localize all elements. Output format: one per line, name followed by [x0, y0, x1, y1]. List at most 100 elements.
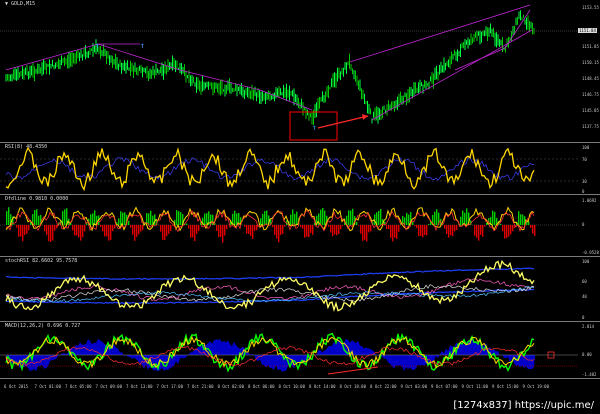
time-label: 9 Oct 07:00 [431, 384, 458, 389]
up-arrow-signal-2: ↑ [140, 41, 145, 50]
histogram-bar [476, 225, 478, 238]
histogram-bar [482, 225, 484, 237]
time-label: 8 Oct 02:00 [217, 384, 245, 389]
histogram-bar [450, 225, 452, 236]
oscillator-title: Dfdline 0.9810 0.0000 [5, 196, 69, 202]
histogram-bar [186, 223, 188, 225]
histogram-bar [206, 213, 208, 225]
histogram-bar [276, 225, 278, 239]
time-label: 6 Oct 2015 [4, 384, 29, 389]
histogram-bar [390, 225, 392, 238]
histogram-bar [322, 207, 324, 225]
histogram-bar [296, 211, 298, 225]
histogram-bar [192, 225, 194, 238]
histogram-bar [244, 225, 246, 227]
histogram-bar [130, 225, 132, 228]
histogram-bar [436, 209, 438, 225]
histogram-bar [78, 225, 80, 238]
macd-chart[interactable] [0, 322, 600, 379]
time-label: 9 Oct 11:00 [461, 384, 489, 389]
histogram-bar [114, 225, 116, 229]
up-arrow-signal-3: ↑ [312, 123, 317, 132]
histogram-bar [194, 225, 196, 242]
histogram-bar [160, 225, 162, 232]
histogram-bar [44, 225, 46, 232]
histogram-bar [412, 221, 414, 225]
rsi-title: RSI(8) 48.4350 [5, 144, 48, 150]
histogram-bar [132, 225, 134, 235]
histogram-bar [166, 225, 168, 237]
histogram-bar [260, 218, 262, 225]
histogram-bar [398, 225, 400, 232]
histogram-bar [434, 211, 436, 225]
histogram-bar [264, 211, 266, 225]
histogram-bar [408, 214, 410, 225]
histogram-bar [336, 225, 338, 236]
price-chart[interactable]: ↑ ↑ ↑ [0, 0, 600, 142]
histogram-bar [416, 225, 418, 229]
histogram-bar [34, 210, 36, 225]
rsi-line [5, 146, 535, 192]
histogram-bar [8, 207, 10, 225]
histogram-bar [332, 225, 334, 237]
price-label-1: 1151.85 [582, 44, 599, 49]
histogram-bar [50, 225, 52, 242]
histogram-bar [292, 209, 294, 225]
histogram-bar [480, 225, 482, 235]
histogram-bar [310, 225, 312, 233]
histogram-bar [446, 225, 448, 235]
histogram-bar [142, 225, 144, 231]
histogram-bar [72, 225, 74, 231]
histogram-bar [532, 225, 534, 234]
histogram-bar [138, 225, 140, 235]
histogram-bar [512, 225, 514, 232]
stochrsi-pane[interactable]: stochRSI 82.6602 95.7578 100 60 40 0 [0, 256, 600, 321]
main-chart-pane[interactable]: ▼ GOLD,M15 ↑ ↑ ↑ 1153.55 1151.04 1151.85… [0, 0, 600, 142]
rsi-pane[interactable]: RSI(8) 48.4350 100 70 30 0 [0, 142, 600, 194]
histogram-bar [522, 214, 524, 225]
histogram-bar [422, 225, 424, 238]
time-label: 9 Oct 19:00 [522, 384, 550, 389]
histogram-bar [134, 225, 136, 241]
histogram-bar [90, 214, 92, 225]
histogram-bar [426, 225, 428, 236]
histogram-bar [48, 225, 50, 242]
histogram-bar [474, 225, 476, 236]
histogram-bar [20, 225, 22, 237]
histogram-bar [94, 210, 96, 225]
price-label-6: 1137.75 [582, 124, 599, 129]
histogram-bar [24, 225, 26, 235]
histogram-bar [386, 225, 388, 230]
histogram-bar [444, 225, 446, 229]
price-label-0: 1153.55 [582, 5, 599, 10]
histogram-bar [362, 225, 364, 241]
histogram-bar [54, 225, 56, 231]
time-label: 7 Oct 05:00 [65, 384, 92, 389]
histogram-bar [500, 223, 502, 225]
histogram-bar [38, 215, 40, 225]
osc-label-1: 0 [582, 222, 585, 227]
histogram-bar [176, 210, 178, 225]
histogram-bar [534, 225, 536, 236]
histogram-bar [356, 221, 358, 225]
time-label: 8 Oct 18:00 [339, 384, 367, 389]
osc-label-2: -0.9528 [582, 250, 599, 255]
histogram-bar [128, 220, 130, 225]
histogram-bar [312, 225, 314, 235]
oscillator-pane[interactable]: Dfdline 0.9810 0.0000 1.0692 0 -0.9528 [0, 194, 600, 256]
stochrsi-chart[interactable] [0, 257, 600, 322]
red-arrow [317, 115, 369, 129]
histogram-bar [378, 210, 380, 225]
time-label: 8 Oct 14:00 [309, 384, 336, 389]
histogram-bar [518, 211, 520, 225]
stochrsi-title: stochRSI 82.6602 95.7578 [5, 258, 78, 264]
rsi-chart[interactable] [0, 143, 600, 195]
histogram-bar [196, 225, 198, 234]
macd-pane[interactable]: MACD(12,26,2) 0.696 0.727 2.814 0.00 -1.… [0, 321, 600, 378]
histogram-bar [334, 225, 336, 235]
time-label: 9 Oct 15:00 [492, 384, 519, 389]
oscillator-chart[interactable] [0, 195, 600, 257]
histogram-bar [366, 225, 368, 242]
red-arrowhead [362, 114, 368, 120]
histogram-bar [168, 225, 170, 234]
